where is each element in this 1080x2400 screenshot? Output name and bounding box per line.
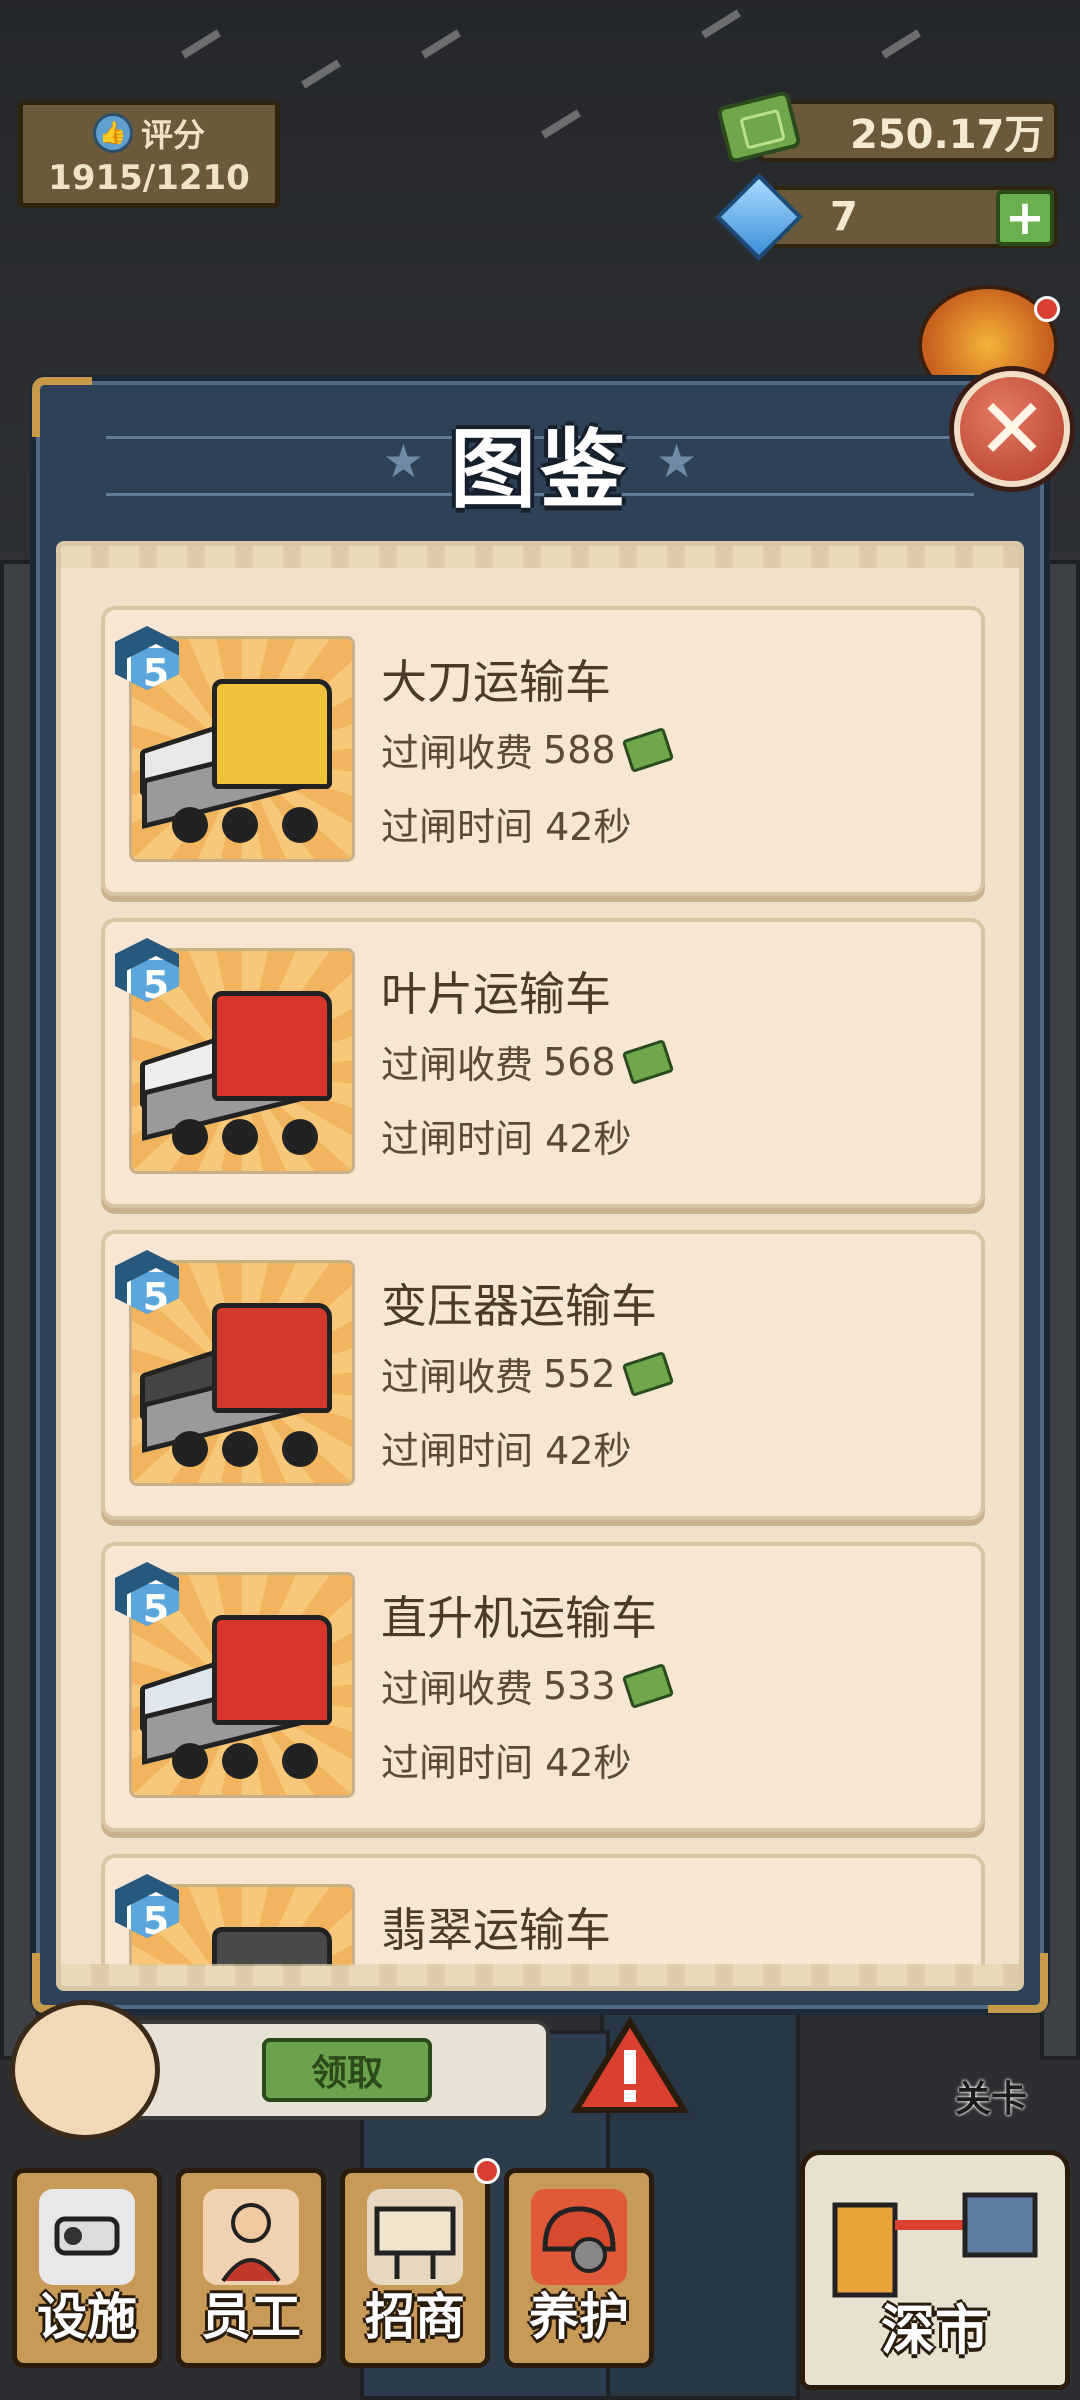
toll-fee-label: 过闸收费 bbox=[381, 1355, 534, 1399]
camera-icon bbox=[39, 2189, 135, 2285]
vehicle-name: 变压器运输车 bbox=[381, 1279, 657, 1333]
vehicle-card[interactable]: 5 大刀运输车 过闸收费 588 过闸时间 42秒 bbox=[101, 606, 985, 896]
toll-time: 过闸时间 42秒 bbox=[381, 1108, 631, 1163]
nav-staff-label: 员工 bbox=[201, 2288, 301, 2346]
vehicle-name: 叶片运输车 bbox=[381, 967, 611, 1021]
toll-time-value: 42秒 bbox=[545, 805, 632, 849]
level-label[interactable]: 关卡 bbox=[955, 2070, 1027, 2122]
vehicle-card[interactable]: 5 变压器运输车 过闸收费 552 过闸时间 42秒 bbox=[101, 1230, 985, 1520]
thumbs-up-icon: 👍 bbox=[92, 113, 133, 153]
toll-fee: 过闸收费 552 bbox=[381, 1346, 674, 1401]
toll-time: 过闸时间 42秒 bbox=[381, 1420, 631, 1475]
nav-maintenance[interactable]: 养护 bbox=[504, 2168, 654, 2368]
toll-fee-value: 533 bbox=[543, 1663, 616, 1708]
star-icon: ★ bbox=[382, 434, 424, 488]
close-icon: ✕ bbox=[976, 380, 1048, 478]
notification-dot bbox=[474, 2158, 500, 2184]
score-label: 评分 bbox=[140, 116, 205, 154]
toll-fee: 过闸收费 533 bbox=[381, 1658, 674, 1713]
collection-modal: ★ 图鉴 ★ ✕ 5 大刀运输车 过闸收费 588 过闸时间 42秒 5 叶片运… bbox=[30, 371, 1070, 2015]
task-icon[interactable] bbox=[10, 2000, 160, 2140]
vehicle-card[interactable]: 5 叶片运输车 过闸收费 568 过闸时间 42秒 bbox=[101, 918, 985, 1208]
star-icon: ★ bbox=[656, 434, 698, 488]
toll-fee-value: 568 bbox=[543, 1039, 616, 1084]
vehicle-name: 大刀运输车 bbox=[381, 655, 611, 709]
toll-fee: 过闸收费 588 bbox=[381, 722, 674, 777]
billboard-icon bbox=[367, 2189, 463, 2285]
staff-icon bbox=[203, 2189, 299, 2285]
collection-panel: 5 大刀运输车 过闸收费 588 过闸时间 42秒 5 叶片运输车 过闸收费 5… bbox=[56, 541, 1024, 1991]
toll-fee-label: 过闸收费 bbox=[381, 1043, 534, 1087]
nav-maintenance-label: 养护 bbox=[529, 2288, 629, 2346]
toll-time-value: 42秒 bbox=[545, 1429, 632, 1473]
toll-time-value: 42秒 bbox=[545, 1117, 632, 1161]
toll-time-label: 过闸时间 bbox=[381, 805, 534, 849]
toll-time: 过闸时间 42秒 bbox=[381, 796, 631, 851]
warning-icon[interactable] bbox=[570, 2016, 690, 2116]
toll-fee-value: 588 bbox=[543, 727, 616, 772]
toll-fee: 过闸收费 568 bbox=[381, 1034, 674, 1089]
nav-staff[interactable]: 员工 bbox=[176, 2168, 326, 2368]
vehicle-card[interactable]: 5 翡翠运输车 bbox=[101, 1854, 985, 1966]
notification-dot bbox=[1034, 296, 1060, 322]
toll-time-label: 过闸时间 bbox=[381, 1741, 534, 1785]
score-board: 👍 评分 1915/1210 bbox=[18, 100, 280, 208]
nav-facilities[interactable]: 设施 bbox=[12, 2168, 162, 2368]
nav-investment[interactable]: 招商 bbox=[340, 2168, 490, 2368]
add-gems-button[interactable]: + bbox=[996, 190, 1054, 246]
money-value: 250.17万 bbox=[850, 112, 1045, 158]
vehicle-name: 直升机运输车 bbox=[381, 1591, 657, 1645]
city-label: 深市 bbox=[881, 2299, 989, 2362]
toll-fee-label: 过闸收费 bbox=[381, 1667, 534, 1711]
city-button[interactable]: 深市 bbox=[800, 2150, 1070, 2390]
close-button[interactable]: ✕ bbox=[954, 371, 1070, 487]
toll-time-label: 过闸时间 bbox=[381, 1117, 534, 1161]
modal-title: 图鉴 bbox=[450, 419, 630, 520]
maintenance-icon bbox=[531, 2189, 627, 2285]
nav-facilities-label: 设施 bbox=[37, 2288, 137, 2346]
nav-investment-label: 招商 bbox=[365, 2288, 465, 2346]
toll-fee-label: 过闸收费 bbox=[381, 731, 534, 775]
cash-icon bbox=[621, 726, 674, 773]
toll-time: 过闸时间 42秒 bbox=[381, 1732, 631, 1787]
toll-fee-value: 552 bbox=[543, 1351, 616, 1396]
vehicle-card[interactable]: 5 直升机运输车 过闸收费 533 过闸时间 42秒 bbox=[101, 1542, 985, 1832]
money-counter: 250.17万 bbox=[758, 100, 1058, 162]
score-value: 1915/1210 bbox=[48, 158, 250, 198]
vehicle-list[interactable]: 5 大刀运输车 过闸收费 588 过闸时间 42秒 5 叶片运输车 过闸收费 5… bbox=[101, 606, 989, 1966]
claim-button[interactable]: 领取 bbox=[262, 2038, 432, 2102]
toll-time-label: 过闸时间 bbox=[381, 1429, 534, 1473]
vehicle-name: 翡翠运输车 bbox=[381, 1903, 611, 1957]
cash-icon bbox=[621, 1350, 674, 1397]
toll-time-value: 42秒 bbox=[545, 1741, 632, 1785]
modal-header: ★ 图鉴 ★ bbox=[36, 381, 1044, 541]
cash-icon bbox=[621, 1038, 674, 1085]
gem-value: 7 bbox=[830, 194, 858, 240]
cash-icon bbox=[621, 1662, 674, 1709]
